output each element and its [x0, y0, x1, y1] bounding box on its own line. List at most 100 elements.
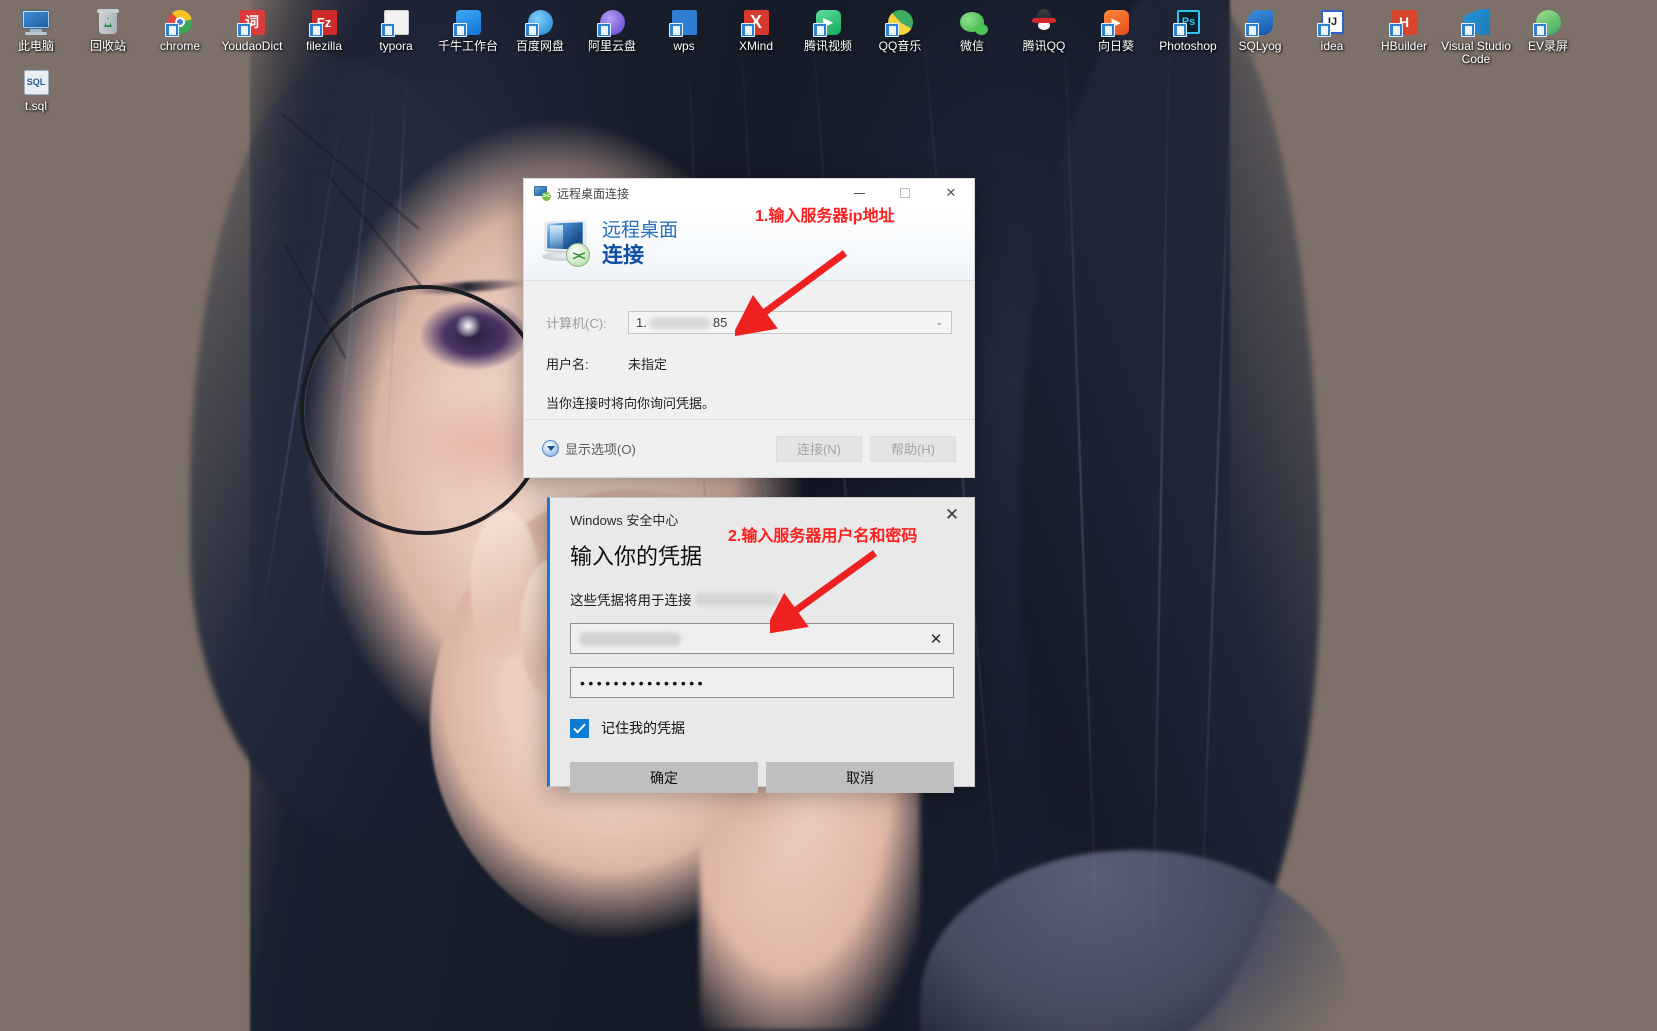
username-input[interactable]: ✕ — [570, 623, 954, 654]
rdp-footer: 显示选项(O) 连接(N) 帮助(H) — [524, 419, 974, 477]
desktop-icon-vscode[interactable]: Visual Studio Code — [1440, 2, 1512, 66]
desktop-icon-chrome[interactable]: chrome — [144, 2, 216, 66]
desktop-icon-wps[interactable]: wps — [648, 2, 720, 66]
security-heading: 输入你的凭据 — [570, 544, 703, 569]
desktop-icon-label: 回收站 — [89, 39, 126, 53]
chevron-down-circle-icon — [542, 440, 559, 457]
security-app-name: Windows 安全中心 — [570, 513, 679, 528]
computer-label: 计算机(C): — [546, 316, 607, 331]
computer-combobox[interactable]: 1. 85 ⌄ — [628, 311, 952, 334]
desktop-icon-ev-recorder[interactable]: EV录屏 — [1512, 2, 1584, 66]
rdp-title-bar[interactable]: >< 远程桌面连接 ✕ — [524, 179, 974, 208]
desktop-icon-label: t.sql — [24, 99, 47, 113]
maximize-button[interactable] — [882, 179, 928, 208]
cancel-button[interactable]: 取消 — [766, 762, 954, 793]
minimize-button[interactable] — [836, 179, 882, 208]
sunlogin-icon: ▶ — [1100, 6, 1132, 38]
close-icon: ✕ — [944, 505, 960, 524]
password-masked-value: ••••••••••••••• — [580, 674, 707, 691]
desktop-icon-label: typora — [379, 39, 413, 53]
desktop-icon-filezilla[interactable]: Fz filezilla — [288, 2, 360, 66]
desktop-icon-label: 向日葵 — [1097, 39, 1134, 53]
hbuilder-icon: H — [1388, 6, 1420, 38]
security-description-prefix: 这些凭据将用于连接 — [570, 593, 692, 608]
desktop-icon-tencent-qq[interactable]: 腾讯QQ — [1008, 2, 1080, 66]
rdp-window-title: 远程桌面连接 — [557, 186, 630, 201]
desktop-icon-typora[interactable]: typora — [360, 2, 432, 66]
desktop-icon-computer[interactable]: 此电脑 — [0, 2, 72, 66]
desktop-icon-label: Photoshop — [1159, 39, 1217, 53]
ok-button[interactable]: 确定 — [570, 762, 758, 793]
filezilla-icon: Fz — [308, 6, 340, 38]
remote-desktop-large-icon: >< — [538, 219, 592, 269]
desktop-icon-label: chrome — [159, 39, 200, 53]
photoshop-icon: Ps — [1172, 6, 1204, 38]
password-input[interactable]: ••••••••••••••• — [570, 667, 954, 698]
rdp-banner-line1: 远程桌面 — [602, 220, 679, 241]
security-description: 这些凭据将用于连接 。 — [570, 589, 974, 609]
desktop-icon-label: filezilla — [305, 39, 342, 53]
desktop-icon-label: 腾讯QQ — [1022, 39, 1066, 53]
desktop-icon-sqlyog[interactable]: SQLyog — [1224, 2, 1296, 66]
desktop-icon-row-1: 此电脑 回收站 chrome 词 YoudaoDict Fz filezilla… — [0, 2, 1584, 66]
remember-credentials-row[interactable]: 记住我的凭据 — [570, 718, 974, 738]
computer-icon — [20, 6, 52, 38]
redacted-server-name — [694, 592, 779, 606]
username-label: 用户名: — [546, 357, 589, 372]
desktop-icon-intellij-idea[interactable]: IJ idea — [1296, 2, 1368, 66]
chevron-down-icon[interactable]: ⌄ — [927, 312, 951, 333]
desktop-icon-label: Visual Studio Code — [1441, 39, 1511, 66]
desktop-icon-tencent-video[interactable]: ▶ 腾讯视频 — [792, 2, 864, 66]
redacted-username-value — [579, 631, 681, 646]
wps-icon — [668, 6, 700, 38]
computer-value-suffix: 85 — [712, 315, 728, 330]
desktop-icon-label: YoudaoDict — [221, 39, 283, 53]
minimize-icon — [853, 192, 865, 194]
desktop-icon-aliyun-drive[interactable]: 阿里云盘 — [576, 2, 648, 66]
desktop-icon-photoshop[interactable]: Ps Photoshop — [1152, 2, 1224, 66]
security-close-button[interactable]: ✕ — [930, 500, 974, 530]
help-button[interactable]: 帮助(H) — [870, 435, 956, 462]
security-dialog-header: Windows 安全中心 ✕ — [550, 498, 974, 530]
aliyun-drive-icon — [596, 6, 628, 38]
rdp-banner: >< 远程桌面 连接 — [524, 208, 974, 281]
desktop-icon-qianniu[interactable]: 千牛工作台 — [432, 2, 504, 66]
desktop-icon-qq-music[interactable]: QQ音乐 — [864, 2, 936, 66]
desktop-icon-hbuilder[interactable]: H HBuilder — [1368, 2, 1440, 66]
credentials-note: 当你连接时将向你询问凭据。 — [546, 396, 716, 411]
vscode-icon — [1460, 6, 1492, 38]
xmind-icon: X — [740, 6, 772, 38]
desktop-icon-xmind[interactable]: X XMind — [720, 2, 792, 66]
tencent-video-icon: ▶ — [812, 6, 844, 38]
clear-icon[interactable]: ✕ — [923, 626, 949, 652]
close-button[interactable]: ✕ — [928, 179, 974, 208]
typora-icon — [380, 6, 412, 38]
desktop-icon-label: 阿里云盘 — [587, 39, 636, 53]
desktop-icon-label: wps — [673, 39, 695, 53]
remember-credentials-checkbox[interactable] — [570, 718, 589, 738]
show-options-toggle[interactable]: 显示选项(O) — [542, 439, 636, 458]
desktop-icon-t-sql[interactable]: SQL t.sql — [0, 62, 72, 114]
desktop-icon-label: EV录屏 — [1527, 39, 1568, 53]
windows-security-dialog[interactable]: Windows 安全中心 ✕ 输入你的凭据 这些凭据将用于连接 。 ✕ ••••… — [547, 497, 975, 793]
rdp-body: 计算机(C): 1. 85 ⌄ 用户名: 未指定 当你连接时将向你询问凭据。 — [524, 281, 974, 412]
desktop-icon-label: idea — [1320, 39, 1344, 53]
desktop-icon-row-2: SQL t.sql — [0, 62, 72, 114]
maximize-icon — [900, 188, 910, 198]
computer-value: 1. 85 — [629, 315, 727, 330]
username-value: 未指定 — [628, 357, 668, 372]
desktop-icon-label: HBuilder — [1380, 39, 1428, 53]
connect-button[interactable]: 连接(N) — [776, 435, 862, 462]
youdaodict-icon: 词 — [236, 6, 268, 38]
desktop-icon-wechat[interactable]: 微信 — [936, 2, 1008, 66]
remote-desktop-connection-window[interactable]: >< 远程桌面连接 ✕ >< 远程桌面 连接 计算机(C): 1. 85 ⌄ 用… — [523, 178, 975, 478]
qq-music-icon — [884, 6, 916, 38]
wechat-icon — [956, 6, 988, 38]
desktop-icon-sunlogin[interactable]: ▶ 向日葵 — [1080, 2, 1152, 66]
desktop-icon-recycle-bin[interactable]: 回收站 — [72, 2, 144, 66]
desktop-icon-youdaodict[interactable]: 词 YoudaoDict — [216, 2, 288, 66]
desktop-icon-label: 微信 — [959, 39, 984, 53]
sql-file-icon: SQL — [20, 66, 52, 98]
rdp-banner-line2: 连接 — [602, 244, 644, 267]
desktop-icon-baidu-netdisk[interactable]: 百度网盘 — [504, 2, 576, 66]
